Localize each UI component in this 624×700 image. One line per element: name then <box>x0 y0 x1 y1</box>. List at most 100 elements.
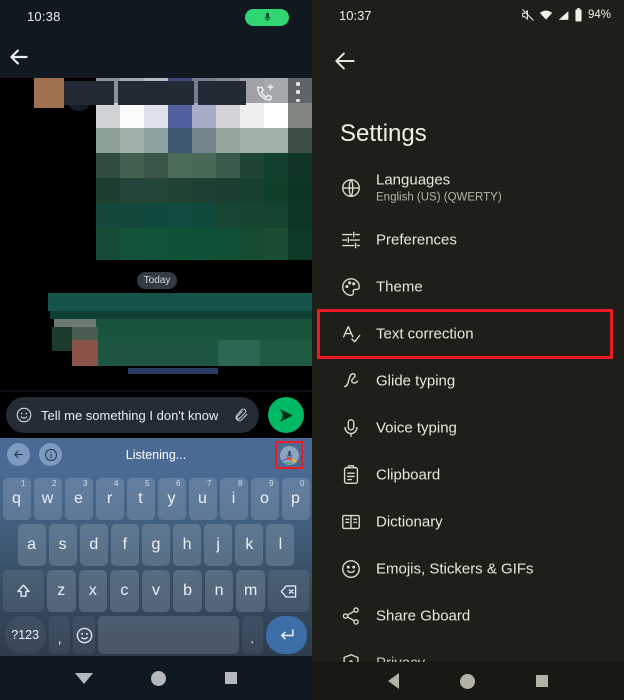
key-u[interactable]: 7u <box>188 478 217 520</box>
key-i[interactable]: 8i <box>219 478 248 520</box>
settings-item-label: Glide typing <box>376 372 456 389</box>
key-v[interactable]: v <box>141 570 171 612</box>
message-composer-bar: Tell me something I don't know <box>0 392 312 438</box>
add-call-button[interactable] <box>254 82 276 104</box>
key-number-hint: 8 <box>238 479 243 488</box>
key-s[interactable]: s <box>48 524 77 566</box>
home-icon[interactable] <box>459 673 475 689</box>
key-e[interactable]: 3e <box>64 478 93 520</box>
key-t[interactable]: 5t <box>126 478 155 520</box>
symbols-key[interactable]: ?123 <box>4 616 46 654</box>
enter-icon <box>281 628 294 639</box>
key-g[interactable]: g <box>141 524 171 566</box>
contact-avatar[interactable] <box>34 78 64 108</box>
blurred-text-line <box>128 368 218 374</box>
settings-item-label: Share Gboard <box>376 607 471 624</box>
key-j[interactable]: j <box>204 524 233 566</box>
key-a[interactable]: a <box>17 524 46 566</box>
emoji-key[interactable] <box>73 616 95 654</box>
settings-item-preferences[interactable]: Preferences <box>312 216 624 263</box>
period-key[interactable]: . <box>241 616 264 654</box>
key-y[interactable]: 6y <box>157 478 186 520</box>
signal-icon <box>558 10 569 20</box>
blurred-message-bubble-10[interactable] <box>218 340 260 366</box>
blurred-message-bubble-11[interactable] <box>260 340 312 366</box>
dual-screenshot-container: 10:38 Today Tell me something I don't kn… <box>0 0 624 700</box>
settings-item-share-gboard[interactable]: Share Gboard <box>312 592 624 639</box>
settings-item-theme[interactable]: Theme <box>312 263 624 310</box>
emoji-icon[interactable] <box>15 406 33 424</box>
settings-back-button[interactable] <box>332 48 358 74</box>
tune-icon <box>340 229 362 251</box>
blurred-message-bubble-1[interactable] <box>48 293 312 311</box>
settings-item-text-correction[interactable]: Text correction <box>312 310 624 357</box>
key-k[interactable]: k <box>235 524 264 566</box>
settings-item-texts: Glide typing <box>376 371 455 390</box>
paperclip-icon[interactable] <box>233 406 249 424</box>
key-label: w <box>41 490 54 507</box>
back-icon[interactable] <box>388 673 400 689</box>
blurred-message-bubble-2[interactable] <box>50 311 312 319</box>
settings-item-label: Voice typing <box>376 419 457 436</box>
voice-typing-bar: Listening... <box>0 438 312 471</box>
key-c[interactable]: c <box>110 570 139 612</box>
gboard-keyboard[interactable]: 1q2w3e4r5t6y7u8i9o0p asdfghjkl zxcvbnm ?… <box>0 471 312 656</box>
google-colors-arc-icon <box>280 458 299 465</box>
settings-item-emojis-stickers-gifs[interactable]: Emojis, Stickers & GIFs <box>312 545 624 592</box>
left-panel-messaging-app: 10:38 Today Tell me something I don't kn… <box>0 0 312 700</box>
backspace-key[interactable] <box>268 570 310 612</box>
settings-item-clipboard[interactable]: Clipboard <box>312 451 624 498</box>
page-title: Settings <box>340 120 427 147</box>
key-d[interactable]: d <box>79 524 108 566</box>
key-q[interactable]: 1q <box>2 478 31 520</box>
home-icon[interactable] <box>151 670 167 686</box>
key-l[interactable]: l <box>266 524 295 566</box>
shift-key[interactable] <box>2 570 44 612</box>
key-r[interactable]: 4r <box>95 478 124 520</box>
back-arrow-icon <box>335 52 355 70</box>
back-arrow-icon <box>10 49 28 65</box>
enter-key[interactable] <box>266 616 308 654</box>
comma-key[interactable]: , <box>48 616 71 654</box>
mic-privacy-indicator <box>245 9 289 26</box>
settings-item-languages[interactable]: Languages English (US) (QWERTY) <box>312 160 624 216</box>
key-b[interactable]: b <box>173 570 202 612</box>
recents-icon[interactable] <box>224 672 237 684</box>
left-back-button[interactable] <box>6 44 32 70</box>
book-icon <box>340 511 362 533</box>
left-app-bar <box>0 34 312 108</box>
message-input-text[interactable]: Tell me something I don't know <box>41 408 218 423</box>
settings-item-glide-typing[interactable]: Glide typing <box>312 357 624 404</box>
blurred-message-bubble-5[interactable] <box>52 327 72 351</box>
key-label: e <box>74 490 83 507</box>
right-status-bar: 10:37 94% <box>312 0 624 30</box>
key-o[interactable]: 9o <box>250 478 279 520</box>
settings-item-dictionary[interactable]: Dictionary <box>312 498 624 545</box>
key-m[interactable]: m <box>236 570 265 612</box>
recents-icon[interactable] <box>535 675 548 687</box>
key-p[interactable]: 0p <box>281 478 310 520</box>
settings-item-label: Clipboard <box>376 466 441 483</box>
key-x[interactable]: x <box>78 570 108 612</box>
clipboard-icon <box>340 464 362 486</box>
settings-item-label: Languages <box>376 171 451 189</box>
send-button[interactable] <box>268 397 304 433</box>
blurred-message-bubble-8[interactable] <box>72 340 98 366</box>
left-overflow-menu-button[interactable] <box>296 82 300 102</box>
blurred-image-attachment[interactable] <box>96 78 312 260</box>
message-input-field[interactable]: Tell me something I don't know <box>6 397 259 433</box>
emoji-icon <box>340 558 362 580</box>
key-n[interactable]: n <box>204 570 234 612</box>
key-z[interactable]: z <box>46 570 76 612</box>
blurred-message-bubble-4[interactable] <box>96 319 312 327</box>
settings-item-voice-typing[interactable]: Voice typing <box>312 404 624 451</box>
key-f[interactable]: f <box>110 524 139 566</box>
key-h[interactable]: h <box>173 524 202 566</box>
key-w[interactable]: 2w <box>33 478 62 520</box>
space-key[interactable] <box>97 616 239 654</box>
dismiss-keyboard-icon[interactable] <box>75 672 94 684</box>
blurred-message-bubble-9[interactable] <box>98 340 218 366</box>
voice-mic-button[interactable] <box>280 446 299 465</box>
contact-name-redacted-3 <box>198 81 246 105</box>
chat-message-area[interactable]: Today <box>0 78 312 390</box>
